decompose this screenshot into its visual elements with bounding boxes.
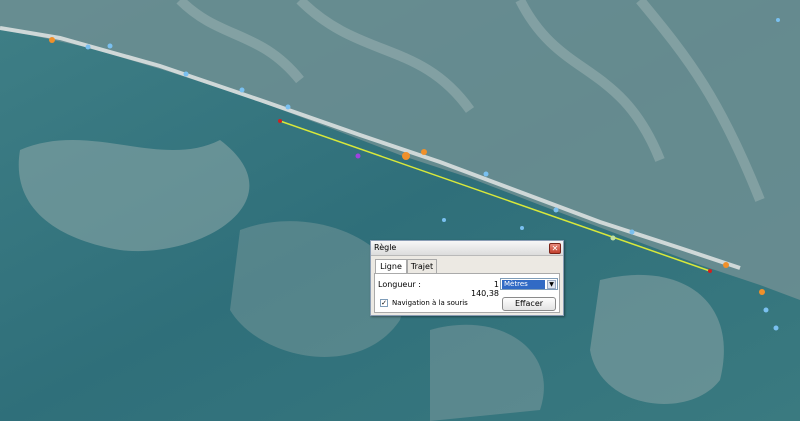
place-marker[interactable] xyxy=(723,262,729,268)
place-marker[interactable] xyxy=(402,152,410,160)
place-marker[interactable] xyxy=(355,153,361,159)
satellite-map[interactable] xyxy=(0,0,800,421)
place-marker[interactable] xyxy=(759,289,765,295)
measure-start-point[interactable] xyxy=(278,119,282,123)
measure-end-point[interactable] xyxy=(708,269,712,273)
tab-trajet[interactable]: Trajet xyxy=(407,259,437,273)
dialog-title: Règle xyxy=(374,243,397,252)
place-marker[interactable] xyxy=(553,207,559,213)
length-value: 1 140,38 xyxy=(471,280,499,298)
unit-selected-value: Mètres xyxy=(502,280,545,289)
place-marker[interactable] xyxy=(776,18,780,22)
clear-button[interactable]: Effacer xyxy=(502,297,556,311)
place-marker[interactable] xyxy=(85,44,91,50)
place-marker[interactable] xyxy=(629,229,635,235)
length-label: Longueur : xyxy=(378,280,421,289)
place-marker[interactable] xyxy=(483,171,489,177)
place-marker[interactable] xyxy=(442,218,446,222)
place-marker[interactable] xyxy=(49,37,55,43)
place-marker[interactable] xyxy=(520,226,524,230)
dialog-titlebar[interactable]: Règle ✕ xyxy=(371,241,563,256)
place-marker[interactable] xyxy=(773,325,779,331)
chevron-down-icon[interactable]: ▼ xyxy=(547,280,556,289)
close-icon[interactable]: ✕ xyxy=(549,243,561,254)
ruler-dialog: Règle ✕ Ligne Trajet Longueur : 1 140,38… xyxy=(370,240,564,316)
mouse-navigation-checkbox[interactable]: ✓ xyxy=(380,299,388,307)
place-marker[interactable] xyxy=(285,104,291,110)
tab-ligne[interactable]: Ligne xyxy=(375,259,407,274)
place-marker[interactable] xyxy=(763,307,769,313)
place-marker[interactable] xyxy=(421,149,427,155)
unit-select[interactable]: Mètres ▼ xyxy=(500,278,558,290)
place-marker[interactable] xyxy=(107,43,113,49)
place-marker[interactable] xyxy=(239,87,245,93)
place-marker[interactable] xyxy=(183,71,189,77)
place-marker[interactable] xyxy=(610,235,616,241)
mouse-navigation-label: Navigation à la souris xyxy=(392,299,468,307)
